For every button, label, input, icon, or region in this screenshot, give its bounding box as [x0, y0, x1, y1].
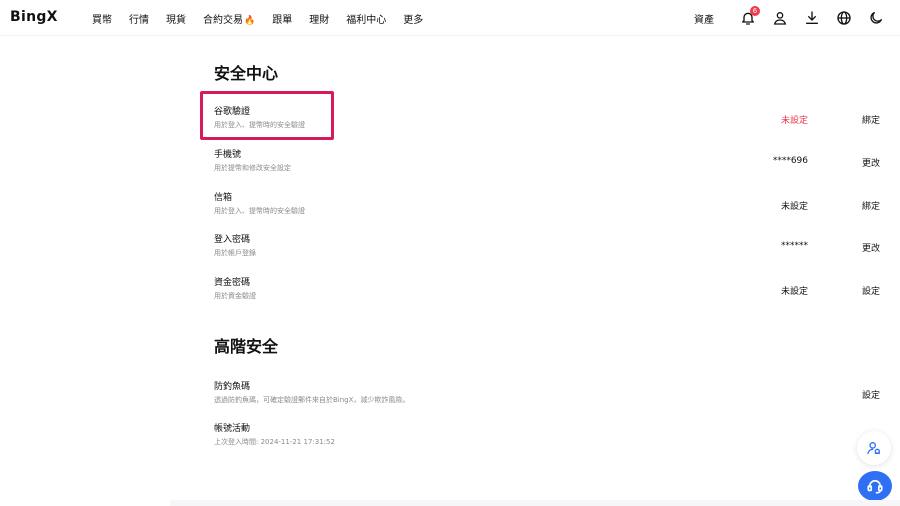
download-icon[interactable]: [800, 6, 824, 30]
row-label: 帳號活動: [214, 424, 251, 434]
row-label: 手機號: [214, 150, 242, 160]
row-label: 信箱: [214, 193, 233, 203]
nav-item-copy-trading[interactable]: 跟單: [272, 11, 292, 26]
nav-item-futures[interactable]: 合約交易🔥: [203, 11, 255, 26]
row-label: 登入密碼: [214, 235, 251, 245]
security-row-phone: 手機號 用於提幣和修改安全設定 ****696 更改: [214, 147, 886, 181]
set-fund-password-button[interactable]: 設定: [862, 284, 880, 297]
change-phone-button[interactable]: 更改: [862, 156, 880, 169]
row-description: 用於登入、提幣時的安全驗證: [214, 207, 305, 215]
row-label: 資金密碼: [214, 278, 251, 288]
support-chat-icon[interactable]: [858, 471, 892, 501]
nav-item-earn[interactable]: 理財: [309, 11, 329, 26]
fire-icon: 🔥: [244, 16, 256, 26]
globe-icon[interactable]: [832, 6, 856, 30]
assets-link[interactable]: 資產: [694, 11, 714, 26]
security-row-email: 信箱 用於登入、提幣時的安全驗證 未設定 綁定: [214, 190, 886, 224]
nav-item-more[interactable]: 更多: [403, 11, 423, 26]
user-icon[interactable]: [768, 6, 792, 30]
status-text: 未設定: [780, 287, 808, 297]
bingx-logo[interactable]: BingX: [10, 9, 58, 25]
security-row-fund-password: 資金密碼 用於資金驗證 未設定 設定: [214, 275, 886, 309]
security-row-anti-phishing: 防釣魚碼 透過防釣魚碼，可確定驗證郵件來自於BingX，減少欺詐風險。 設定: [214, 379, 886, 413]
nav-item-buy-crypto[interactable]: 買幣: [92, 11, 112, 26]
nav-item-rewards-hub[interactable]: 福利中心: [346, 11, 386, 26]
status-text: ****696: [772, 156, 808, 166]
row-description: 用於帳戶登錄: [214, 249, 256, 257]
row-description: 上次登入時間: 2024-11-21 17:31:52: [214, 438, 335, 446]
status-text: 未設定: [780, 116, 808, 126]
top-navigation: BingX 買幣 行情 現貨 合約交易🔥 跟單 理財 福利中心 更多 資產 6: [0, 0, 900, 36]
security-center-title: 安全中心: [214, 64, 279, 83]
status-text: ******: [781, 241, 808, 251]
bottom-divider: [170, 500, 900, 506]
nav-item-futures-label: 合約交易: [203, 15, 243, 26]
moon-icon[interactable]: [864, 6, 888, 30]
bind-google-auth-button[interactable]: 綁定: [862, 113, 880, 126]
row-description: 透過防釣魚碼，可確定驗證郵件來自於BingX，減少欺詐風險。: [214, 396, 410, 404]
change-password-button[interactable]: 更改: [862, 241, 880, 254]
main-menu: 買幣 行情 現貨 合約交易🔥 跟單 理財 福利中心 更多: [92, 11, 440, 26]
row-description: 用於提幣和修改安全設定: [214, 164, 291, 172]
row-description: 用於資金驗證: [214, 292, 256, 300]
nav-right-group: 資產 6: [694, 6, 888, 30]
security-row-login-password: 登入密碼 用於帳戶登錄 ****** 更改: [214, 232, 886, 266]
highlight-annotation-box: [200, 91, 334, 140]
advanced-security-title: 高階安全: [214, 337, 279, 356]
nav-item-markets[interactable]: 行情: [129, 11, 149, 26]
nav-item-spot[interactable]: 現貨: [166, 11, 186, 26]
bell-icon[interactable]: 6: [736, 6, 760, 30]
row-label: 防釣魚碼: [214, 382, 251, 392]
share-icon[interactable]: [857, 431, 891, 465]
security-row-account-activity: 帳號活動 上次登入時間: 2024-11-21 17:31:52: [214, 421, 886, 455]
status-text: 未設定: [780, 202, 808, 212]
bind-email-button[interactable]: 綁定: [862, 199, 880, 212]
notification-badge: 6: [750, 6, 760, 16]
set-anti-phishing-button[interactable]: 設定: [862, 388, 880, 401]
